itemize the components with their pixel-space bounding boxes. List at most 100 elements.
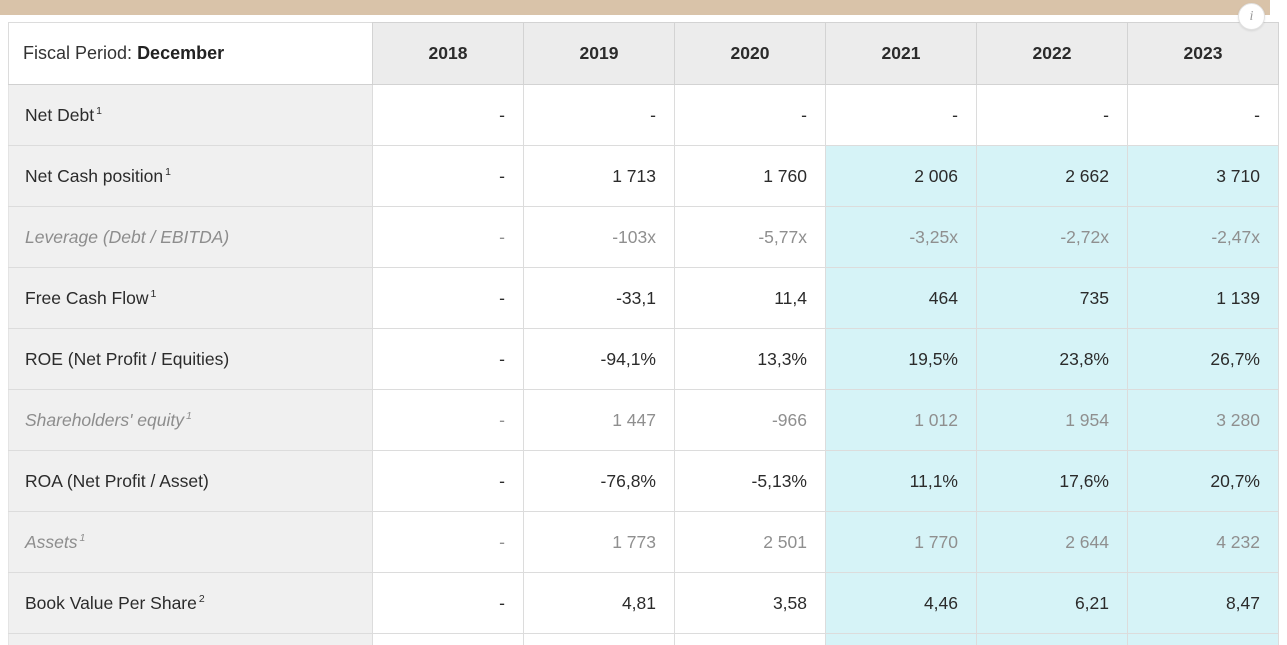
fiscal-period-value: December xyxy=(137,43,225,63)
row-label: Net Cash position 1 xyxy=(8,145,373,207)
cell-2021: -3,25x xyxy=(825,206,977,268)
cell-2019: -33,1 xyxy=(523,267,675,329)
table-row: Net Debt 1- - - - - - xyxy=(8,84,1279,146)
table-row: Free Cash Flow 1- -33,1 11,4 464 735 1 139 xyxy=(8,267,1279,329)
table-header: Fiscal Period: December 2018 2019 2020 2… xyxy=(8,22,1279,85)
financials-table-container: Fiscal Period: December 2018 2019 2020 2… xyxy=(8,22,1279,645)
cell-2020: 3,58 xyxy=(674,572,826,634)
row-label-text: Net Cash position xyxy=(25,165,164,186)
row-label: Leverage (Debt / EBITDA) xyxy=(8,206,373,268)
row-label: Assets 1 xyxy=(8,511,373,573)
top-strip-right-gap xyxy=(1270,0,1287,15)
column-header-year-2023[interactable]: 2023 xyxy=(1127,22,1279,85)
cell-2018: - xyxy=(372,450,524,512)
row-label-footnote: 1 xyxy=(186,409,192,422)
row-label: ROA (Net Profit / Asset) xyxy=(8,450,373,512)
cell-2023: 26,7% xyxy=(1127,328,1279,390)
cell-2019: -103x xyxy=(523,206,675,268)
cell-2020: -5,77x xyxy=(674,206,826,268)
cell-2018: - xyxy=(372,206,524,268)
cell-2019: -94,1% xyxy=(523,328,675,390)
table-row: ROE (Net Profit / Equities) - -94,1% 13,3% 1… xyxy=(8,328,1279,390)
cell-2019: 4,81 xyxy=(523,572,675,634)
info-icon[interactable]: i xyxy=(1238,3,1265,30)
cell-2019: 1 773 xyxy=(523,511,675,573)
cell-2022 xyxy=(976,633,1128,645)
row-label-footnote: 1 xyxy=(96,104,102,117)
row-label-text: Net Debt xyxy=(25,104,95,125)
cell-2023: 3 710 xyxy=(1127,145,1279,207)
cell-2021: 464 xyxy=(825,267,977,329)
cell-2018: - xyxy=(372,84,524,146)
table-row: Book Value Per Share 2-4,81 3,58 4,46 6,21 8,… xyxy=(8,572,1279,634)
cell-2023: 4 232 xyxy=(1127,511,1279,573)
cell-2019: -76,8% xyxy=(523,450,675,512)
cell-2022: 735 xyxy=(976,267,1128,329)
cell-2022: 23,8% xyxy=(976,328,1128,390)
cell-2020: 2 501 xyxy=(674,511,826,573)
cell-2021: 1 770 xyxy=(825,511,977,573)
cell-2020: -5,13% xyxy=(674,450,826,512)
cell-2018: - xyxy=(372,511,524,573)
cell-2021: 4,46 xyxy=(825,572,977,634)
row-label-text: Assets xyxy=(25,531,78,552)
cell-2021 xyxy=(825,633,977,645)
cell-2021: 19,5% xyxy=(825,328,977,390)
cell-2022: - xyxy=(976,84,1128,146)
column-header-year-2021[interactable]: 2021 xyxy=(825,22,977,85)
row-label: Free Cash Flow 1 xyxy=(8,267,373,329)
row-label-text: Book Value Per Share xyxy=(25,592,197,613)
row-label-footnote: 1 xyxy=(79,531,86,544)
column-header-year-2018[interactable]: 2018 xyxy=(372,22,524,85)
cell-2023: 3 280 xyxy=(1127,389,1279,451)
cell-2020: 13,3% xyxy=(674,328,826,390)
table-row: Net Cash position 1-1 713 1 760 2 006 2 662 3… xyxy=(8,145,1279,207)
table-row xyxy=(8,633,1279,645)
cell-2018: - xyxy=(372,145,524,207)
cell-2022: 1 954 xyxy=(976,389,1128,451)
financials-table: Fiscal Period: December 2018 2019 2020 2… xyxy=(8,22,1279,645)
financials-table-page: i Fiscal Period: December 2018 2019 2020… xyxy=(0,0,1287,645)
cell-2021: - xyxy=(825,84,977,146)
row-label-text: ROE (Net Profit / Equities) xyxy=(25,348,230,369)
fiscal-period-prefix: Fiscal Period: xyxy=(23,43,133,63)
column-header-year-2020[interactable]: 2020 xyxy=(674,22,826,85)
row-label: Book Value Per Share 2 xyxy=(8,572,373,634)
row-label-footnote: 1 xyxy=(165,165,171,178)
row-label: Shareholders' equity 1 xyxy=(8,389,373,451)
cell-2022: 2 662 xyxy=(976,145,1128,207)
cell-2019: 1 447 xyxy=(523,389,675,451)
cell-2018: - xyxy=(372,267,524,329)
cell-2023: 20,7% xyxy=(1127,450,1279,512)
fiscal-period-header: Fiscal Period: December xyxy=(8,22,373,85)
table-row: Leverage (Debt / EBITDA) - -103x -5,77x -3,2… xyxy=(8,206,1279,268)
column-header-year-2022[interactable]: 2022 xyxy=(976,22,1128,85)
cell-2023 xyxy=(1127,633,1279,645)
header-row: Fiscal Period: December 2018 2019 2020 2… xyxy=(8,22,1279,85)
column-header-year-2019[interactable]: 2019 xyxy=(523,22,675,85)
cell-2018: - xyxy=(372,328,524,390)
row-label-footnote: 2 xyxy=(198,592,205,605)
cell-2023: 8,47 xyxy=(1127,572,1279,634)
row-label-text: Free Cash Flow xyxy=(25,287,149,308)
cell-2023: -2,47x xyxy=(1127,206,1279,268)
table-body: Net Debt 1- - - - - - Net Cash position 1-1 713 1… xyxy=(8,84,1279,645)
table-row: ROA (Net Profit / Asset) - -76,8% -5,13% 11,… xyxy=(8,450,1279,512)
cell-2023: 1 139 xyxy=(1127,267,1279,329)
row-label: Net Debt 1 xyxy=(8,84,373,146)
table-row: Assets 1-1 773 2 501 1 770 2 644 4 232 xyxy=(8,511,1279,573)
row-label-text: ROA (Net Profit / Asset) xyxy=(25,470,209,491)
row-label-footnote: 1 xyxy=(150,287,157,300)
cell-2020 xyxy=(674,633,826,645)
cell-2021: 1 012 xyxy=(825,389,977,451)
cell-2020: 11,4 xyxy=(674,267,826,329)
cell-2018 xyxy=(372,633,524,645)
table-row: Shareholders' equity 1-1 447 -966 1 012 1 95… xyxy=(8,389,1279,451)
cell-2018: - xyxy=(372,389,524,451)
cell-2022: 6,21 xyxy=(976,572,1128,634)
cell-2019: 1 713 xyxy=(523,145,675,207)
cell-2021: 2 006 xyxy=(825,145,977,207)
cell-2019: - xyxy=(523,84,675,146)
cell-2022: 17,6% xyxy=(976,450,1128,512)
row-label-text: Leverage (Debt / EBITDA) xyxy=(25,226,230,247)
